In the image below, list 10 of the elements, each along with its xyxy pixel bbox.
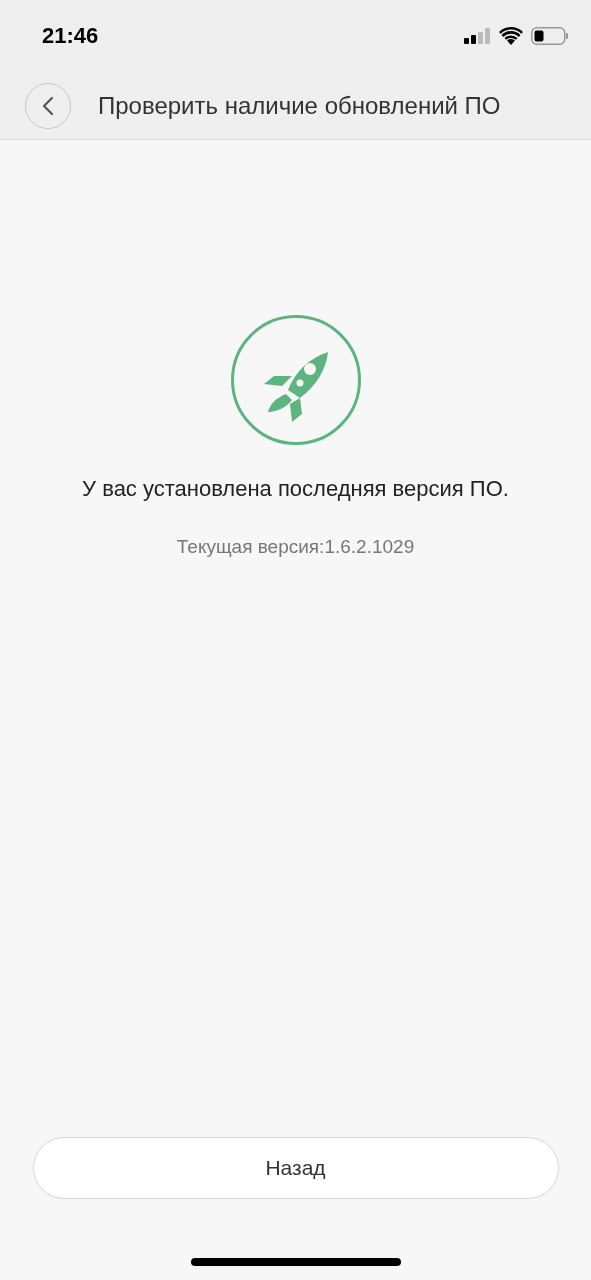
signal-icon [464, 28, 491, 44]
current-version: Текущая версия:1.6.2.1029 [176, 536, 415, 558]
rocket-icon [229, 314, 362, 446]
wifi-icon [499, 27, 523, 45]
status-message: У вас установлена последняя версия ПО. [82, 476, 509, 502]
battery-icon [531, 27, 569, 45]
page-title: Проверить наличие обновлений ПО [98, 91, 501, 120]
status-time: 21:46 [42, 23, 99, 49]
chevron-left-icon [42, 95, 54, 116]
back-button[interactable]: Назад [32, 1137, 559, 1199]
